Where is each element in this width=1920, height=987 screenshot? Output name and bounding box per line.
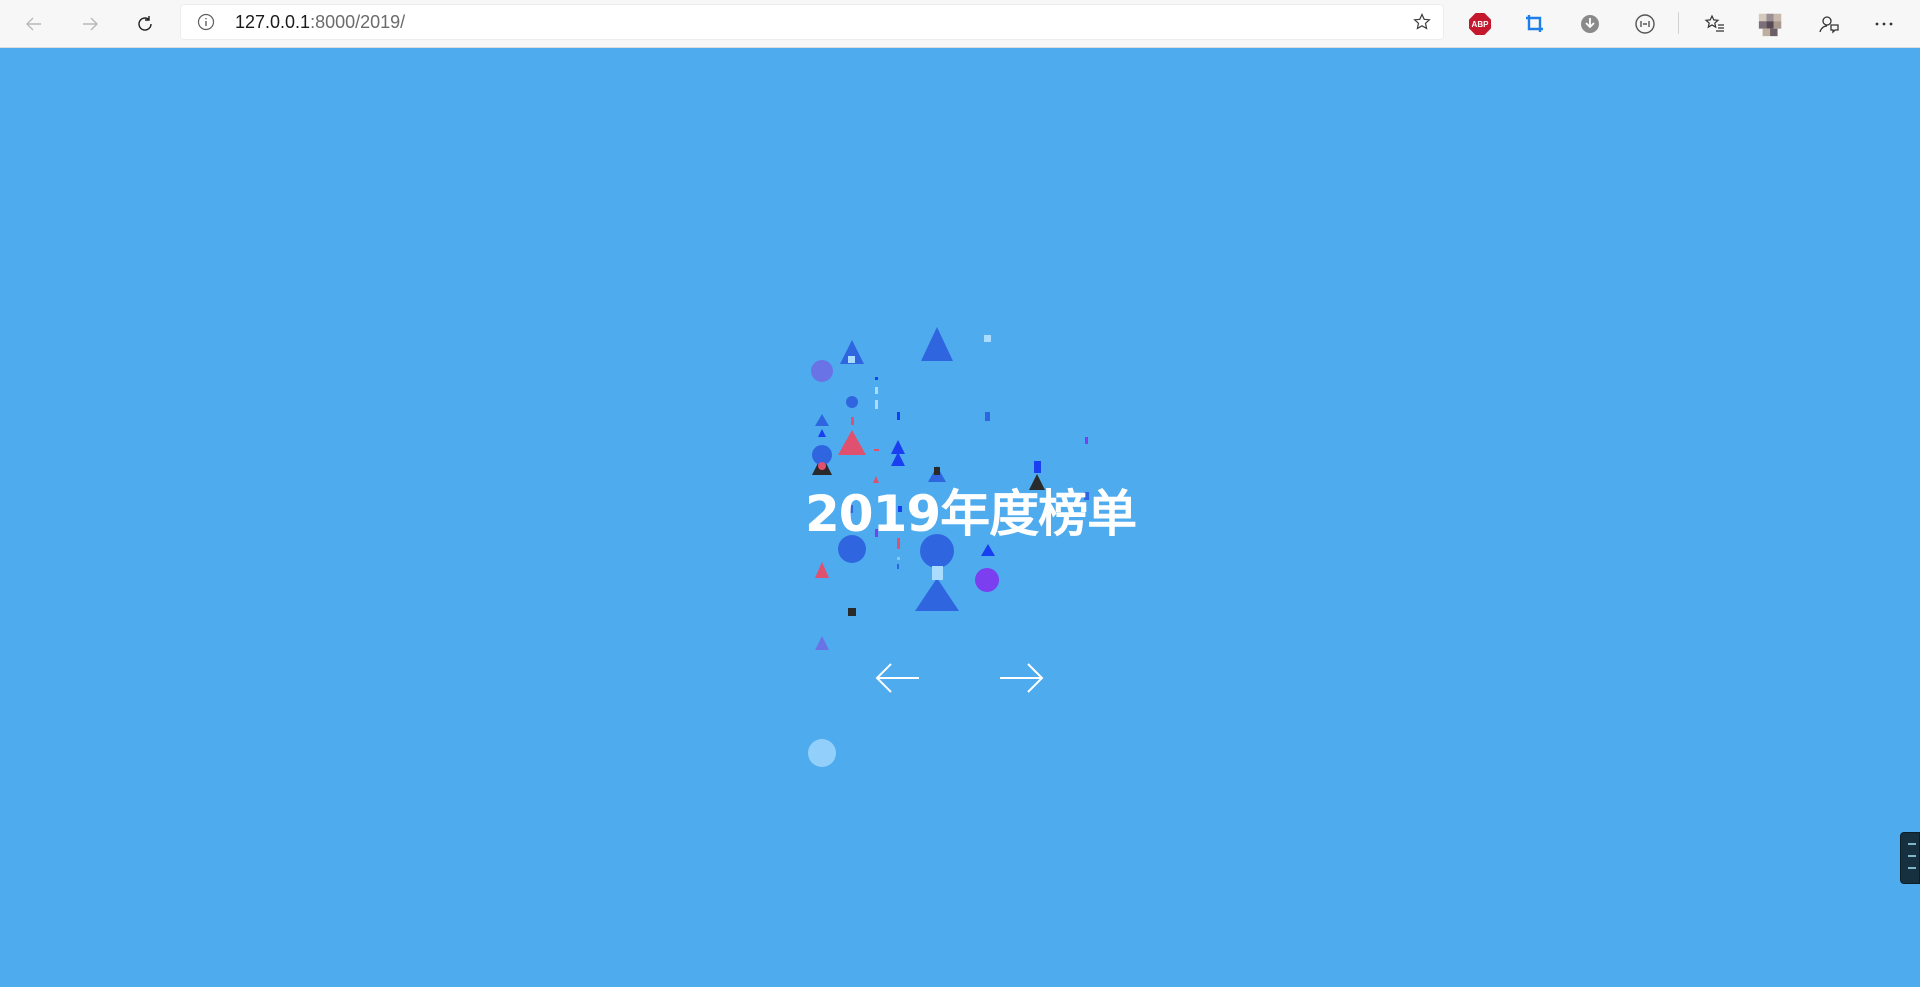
square-shape [848, 608, 856, 616]
url-host: 127.0.0.1 [235, 12, 311, 32]
toolbar-divider [1678, 12, 1679, 34]
favorite-star-icon[interactable] [1412, 12, 1432, 32]
site-info-icon[interactable] [196, 12, 216, 32]
widget-line [1908, 843, 1916, 845]
crop-extension-button[interactable] [1521, 10, 1549, 38]
feedback-button[interactable] [1815, 10, 1843, 38]
url-path: :8000/2019/ [310, 12, 406, 32]
bar-shape [897, 412, 900, 420]
triangle-shape [915, 578, 959, 611]
favorites-button[interactable] [1701, 10, 1729, 38]
profile-button[interactable] [1757, 10, 1785, 38]
favorites-icon [1704, 14, 1724, 32]
circle-shape [818, 462, 826, 470]
url-text[interactable]: 127.0.0.1:8000/2019/ [235, 12, 405, 32]
more-icon [1875, 22, 1893, 26]
reader-extension-button[interactable] [1631, 10, 1659, 38]
triangle-shape [818, 429, 826, 437]
triangle-shape [815, 636, 829, 650]
bar-shape [897, 557, 900, 560]
adblock-plus-button[interactable]: ABP [1466, 10, 1494, 38]
download-extension-button[interactable] [1576, 10, 1604, 38]
reader-extension-icon [1635, 14, 1655, 34]
more-button[interactable] [1870, 10, 1898, 38]
bar-shape [875, 377, 878, 380]
next-arrow-button[interactable] [994, 658, 1050, 698]
refresh-icon [138, 16, 152, 31]
prev-arrow-button[interactable] [869, 658, 925, 698]
square-shape [848, 356, 855, 363]
arrow-left-icon [875, 663, 919, 693]
bar-shape [985, 412, 990, 421]
page-title: 2019年度榜单 [805, 485, 1137, 543]
triangle-shape [838, 430, 866, 455]
side-tool-widget[interactable] [1900, 832, 1920, 884]
triangle-shape [815, 562, 829, 578]
triangle-shape [873, 476, 879, 483]
forward-arrow-icon [83, 17, 98, 31]
crop-extension-icon [1526, 15, 1543, 32]
triangle-shape [815, 414, 829, 426]
back-arrow-icon [26, 17, 41, 31]
refresh-button[interactable] [127, 6, 163, 42]
bar-shape [851, 417, 854, 425]
arrow-right-icon [1000, 663, 1044, 693]
bar-shape [874, 449, 879, 451]
forward-button[interactable] [72, 6, 108, 42]
back-button[interactable] [16, 6, 52, 42]
square-shape [984, 335, 991, 342]
square-shape [932, 566, 943, 580]
triangle-shape [921, 327, 953, 361]
widget-line [1908, 855, 1916, 857]
bar-shape [1034, 461, 1041, 473]
animation-stage: 2019年度榜单 [0, 48, 1920, 987]
widget-line [1908, 867, 1916, 869]
circle-shape [975, 568, 999, 592]
bar-shape [875, 400, 878, 409]
circle-shape [811, 360, 833, 382]
page-viewport: 2019年度榜单 [0, 48, 1920, 987]
address-bar[interactable]: 127.0.0.1:8000/2019/ [180, 4, 1444, 40]
download-extension-icon [1581, 15, 1599, 33]
browser-toolbar: 127.0.0.1:8000/2019/ ABP [0, 0, 1920, 48]
bar-shape [934, 467, 940, 475]
circle-shape [846, 396, 858, 408]
bar-shape [897, 564, 899, 569]
triangle-shape [891, 440, 905, 454]
adblock-plus-icon: ABP [1469, 13, 1491, 35]
triangle-shape [891, 452, 905, 466]
triangle-shape [981, 544, 995, 556]
bar-shape [875, 387, 878, 394]
feedback-icon [1819, 16, 1839, 34]
profile-avatar [1758, 13, 1782, 37]
circle-shape [808, 739, 836, 767]
bar-shape [1085, 437, 1088, 444]
